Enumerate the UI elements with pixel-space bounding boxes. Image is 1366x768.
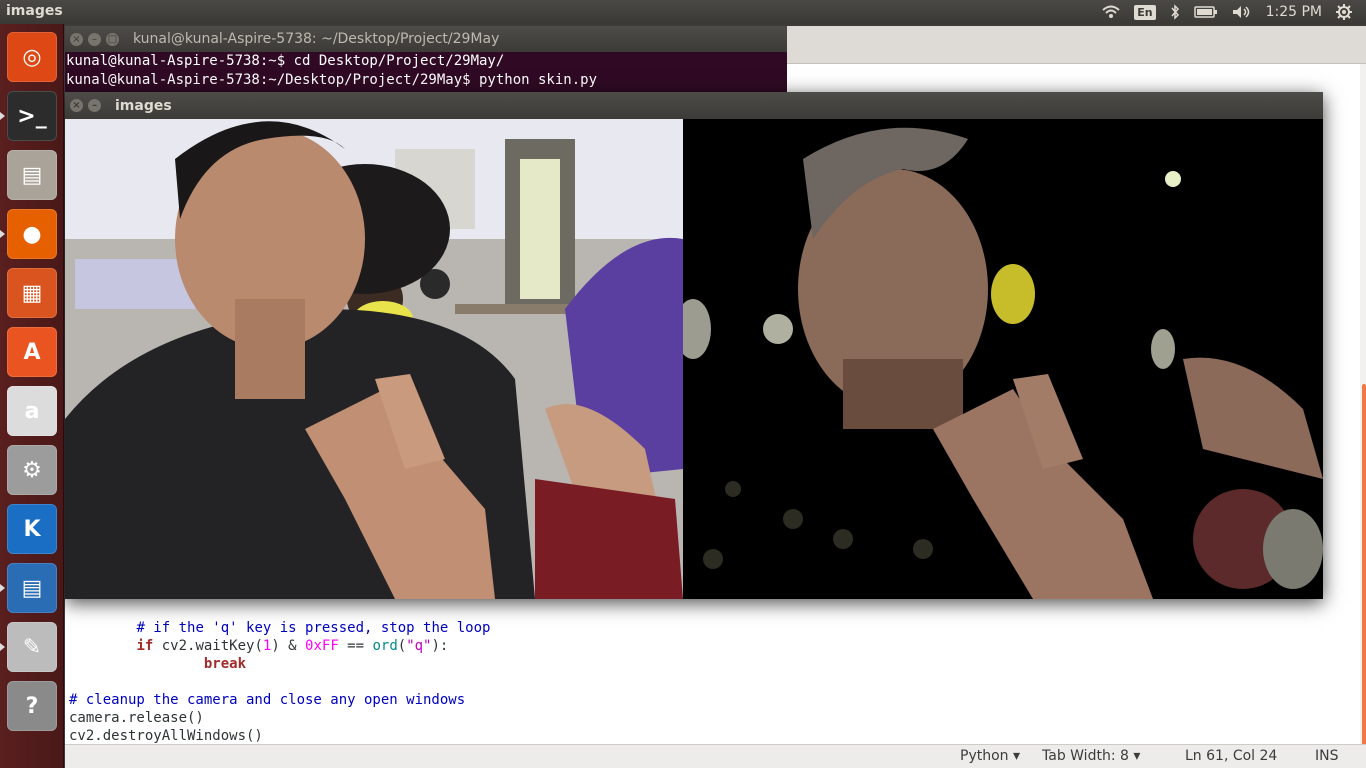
active-app-title: images: [6, 3, 63, 19]
terminal-titlebar[interactable]: × – □ kunal@kunal-Aspire-5738: ~/Desktop…: [65, 26, 787, 52]
running-indicator: [0, 230, 5, 238]
insert-mode: INS: [1315, 748, 1339, 764]
images-title: images: [115, 97, 172, 114]
impress-icon-glyph: ▦: [21, 280, 43, 306]
system-settings-icon[interactable]: ⚙: [7, 445, 57, 495]
amazon-icon-glyph: a: [24, 398, 40, 424]
images-window[interactable]: × – images: [65, 92, 1323, 599]
scrollbar-thumb[interactable]: [1362, 384, 1366, 764]
images-titlebar[interactable]: × – images: [65, 92, 1323, 119]
code-comment: # if the 'q' key is pressed, stop the lo…: [136, 620, 491, 636]
running-indicator: [0, 584, 5, 592]
editor-scrollbar[interactable]: [1360, 64, 1366, 764]
battery-icon[interactable]: [1193, 5, 1218, 19]
code-comment: # cleanup the camera and close any open …: [69, 692, 466, 708]
system-settings-icon-glyph: ⚙: [22, 457, 42, 483]
camera-frame-original: [65, 119, 683, 599]
software-center-icon-glyph: A: [23, 339, 41, 365]
help-icon-glyph: ?: [25, 693, 39, 719]
camera-frame-skin-mask: [683, 119, 1323, 599]
code-text: cv2.waitKey(: [153, 638, 263, 654]
code-text: camera.release(): [69, 710, 204, 726]
text-editor-icon[interactable]: ✎: [0, 622, 57, 672]
launcher: ◎ >_ ▤ ● ▦ Aa ⚙ K ▤ ✎?: [0, 24, 64, 768]
code-text: ) &: [271, 638, 306, 654]
firefox-icon[interactable]: ●: [0, 209, 57, 259]
text-editor-icon-glyph: ✎: [22, 634, 42, 660]
keyboard-layout-label: En: [1134, 4, 1156, 20]
code-text: (: [397, 638, 407, 654]
terminal-title: kunal@kunal-Aspire-5738: ~/Desktop/Proje…: [133, 31, 500, 47]
terminal-icon-glyph: >_: [17, 103, 47, 129]
impress-icon[interactable]: ▦: [7, 268, 57, 318]
files-icon[interactable]: ▤: [7, 150, 57, 200]
minimize-icon[interactable]: –: [88, 99, 101, 112]
tab-width-selector[interactable]: Tab Width: 8 ▾: [1042, 748, 1140, 764]
code-string: "q": [406, 638, 432, 654]
volume-icon[interactable]: [1232, 5, 1252, 19]
running-indicator: [0, 112, 5, 120]
code-keyword: if: [136, 638, 154, 654]
kile-icon-glyph: K: [23, 516, 41, 542]
editor-toolbar: [787, 26, 1366, 64]
firefox-icon-glyph: ●: [22, 221, 42, 247]
terminal-line: kunal@kunal-Aspire-5738:~$ cd Desktop/Pr…: [66, 53, 505, 69]
files-icon-glyph: ▤: [21, 162, 43, 188]
running-indicator: [0, 643, 5, 651]
terminal-icon[interactable]: >_: [0, 91, 57, 141]
writer-icon[interactable]: ▤: [0, 563, 57, 613]
code-keyword: break: [203, 656, 247, 672]
code-text: ==: [338, 638, 373, 654]
top-panel: images En 1:25 PM: [0, 0, 1366, 24]
ubuntu-home-icon[interactable]: ◎: [7, 32, 57, 82]
code-text: cv2.destroyAllWindows(): [69, 728, 263, 744]
system-tray: En 1:25 PM: [1102, 0, 1366, 24]
terminal-line: kunal@kunal-Aspire-5738:~/Desktop/Projec…: [66, 72, 598, 88]
maximize-icon[interactable]: □: [106, 32, 119, 46]
amazon-icon[interactable]: a: [7, 386, 57, 436]
kile-icon[interactable]: K: [7, 504, 57, 554]
code-area[interactable]: # if the 'q' key is pressed, stop the lo…: [69, 619, 490, 745]
close-icon[interactable]: ×: [70, 99, 83, 112]
terminal-window[interactable]: × – □ kunal@kunal-Aspire-5738: ~/Desktop…: [65, 26, 787, 92]
gear-icon[interactable]: [1336, 4, 1352, 20]
code-number: 0xFF: [305, 638, 339, 654]
code-text: ):: [431, 638, 449, 654]
bluetooth-icon[interactable]: [1170, 4, 1180, 20]
keyboard-layout-indicator[interactable]: En: [1134, 4, 1156, 20]
help-icon[interactable]: ?: [7, 681, 57, 731]
editor-statusbar: Python ▾ Tab Width: 8 ▾ Ln 61, Col 24 IN…: [65, 744, 1366, 768]
minimize-icon[interactable]: –: [88, 32, 101, 46]
close-icon[interactable]: ×: [70, 32, 83, 46]
ubuntu-home-icon-glyph: ◎: [22, 44, 42, 70]
code-builtin: ord: [372, 638, 398, 654]
writer-icon-glyph: ▤: [21, 575, 43, 601]
cursor-position: Ln 61, Col 24: [1185, 748, 1278, 764]
language-selector[interactable]: Python ▾: [960, 748, 1020, 764]
clock[interactable]: 1:25 PM: [1266, 4, 1322, 20]
wifi-icon[interactable]: [1102, 5, 1120, 19]
software-center-icon[interactable]: A: [7, 327, 57, 377]
